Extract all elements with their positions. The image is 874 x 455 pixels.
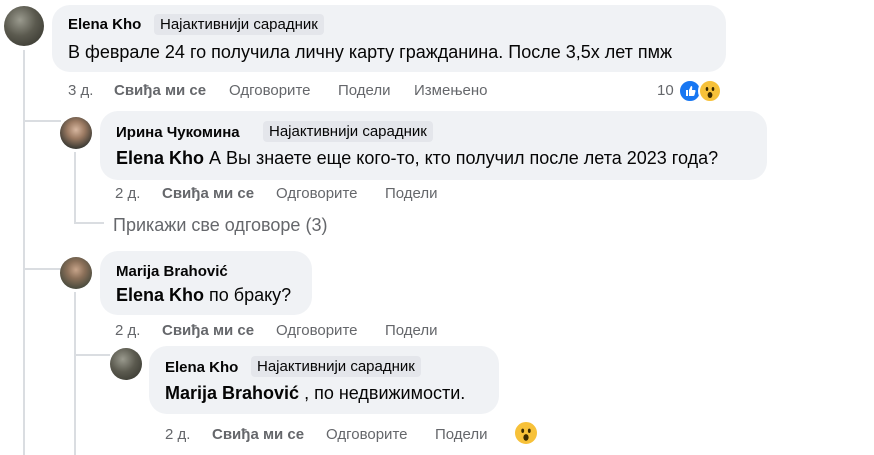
comment-time[interactable]: 2 д.	[115, 322, 140, 339]
avatar[interactable]	[60, 117, 92, 149]
thread-line-sub	[74, 152, 76, 222]
share-button[interactable]: Подели	[385, 322, 438, 339]
mention-link[interactable]: Marija Brahović	[165, 383, 299, 403]
like-button[interactable]: Свиђа ми се	[162, 185, 254, 202]
reply-body: по браку?	[204, 285, 292, 305]
wow-reaction-icon	[698, 79, 722, 103]
mention-link[interactable]: Elena Kho	[116, 285, 204, 305]
reply-button[interactable]: Одговорите	[326, 426, 407, 443]
show-all-replies-link[interactable]: Прикажи све одговоре (3)	[113, 215, 327, 236]
top-contributor-badge: Најактивнији сарадник	[263, 121, 433, 142]
comment-time[interactable]: 2 д.	[115, 185, 140, 202]
reply-text: Marija Brahović , по недвижимости.	[165, 383, 465, 404]
mention-link[interactable]: Elena Kho	[116, 148, 204, 168]
avatar[interactable]	[110, 348, 142, 380]
comment-time[interactable]: 2 д.	[165, 426, 190, 443]
thread-line-branch-2	[23, 268, 61, 270]
like-button[interactable]: Свиђа ми се	[114, 82, 206, 99]
reply-body: , по недвижимости.	[299, 383, 466, 403]
share-button[interactable]: Подели	[338, 82, 391, 99]
top-contributor-badge: Најактивнији сарадник	[154, 14, 324, 35]
thread-line-branch-1	[23, 120, 61, 122]
thread-line-main	[23, 50, 25, 455]
like-button[interactable]: Свиђа ми се	[212, 426, 304, 443]
reply-body: А Вы знаете еще кого-то, кто получил пос…	[204, 148, 719, 168]
thread-line-sub-2	[74, 292, 76, 455]
reaction-count[interactable]: 10	[657, 82, 674, 99]
reply-button[interactable]: Одговорите	[229, 82, 310, 99]
like-button[interactable]: Свиђа ми се	[162, 322, 254, 339]
comment-text: В феврале 24 го получила личну карту гра…	[68, 42, 673, 62]
reply-author[interactable]: Elena Kho	[165, 359, 238, 376]
reply-button[interactable]: Одговорите	[276, 322, 357, 339]
top-contributor-badge: Најактивнији сарадник	[251, 356, 421, 377]
thread-line-branch-more	[74, 222, 104, 224]
reply-author[interactable]: Marija Brahović	[116, 263, 228, 280]
reply-button[interactable]: Одговорите	[276, 185, 357, 202]
share-button[interactable]: Подели	[435, 426, 488, 443]
thread-line-branch-3	[74, 354, 110, 356]
reply-bubble	[100, 111, 767, 180]
comment-author[interactable]: Elena Kho	[68, 16, 141, 33]
avatar[interactable]	[60, 257, 92, 289]
share-button[interactable]: Подели	[385, 185, 438, 202]
reply-author[interactable]: Ирина Чукомина	[116, 124, 240, 141]
reply-text: Elena Kho по браку?	[116, 285, 291, 306]
reply-text: Elena Kho А Вы знаете еще кого-то, кто п…	[116, 148, 718, 169]
edited-label[interactable]: Измењено	[414, 82, 487, 99]
wow-reaction-icon[interactable]	[513, 420, 539, 446]
comment-time[interactable]: 3 д.	[68, 82, 93, 99]
avatar[interactable]	[4, 6, 44, 46]
